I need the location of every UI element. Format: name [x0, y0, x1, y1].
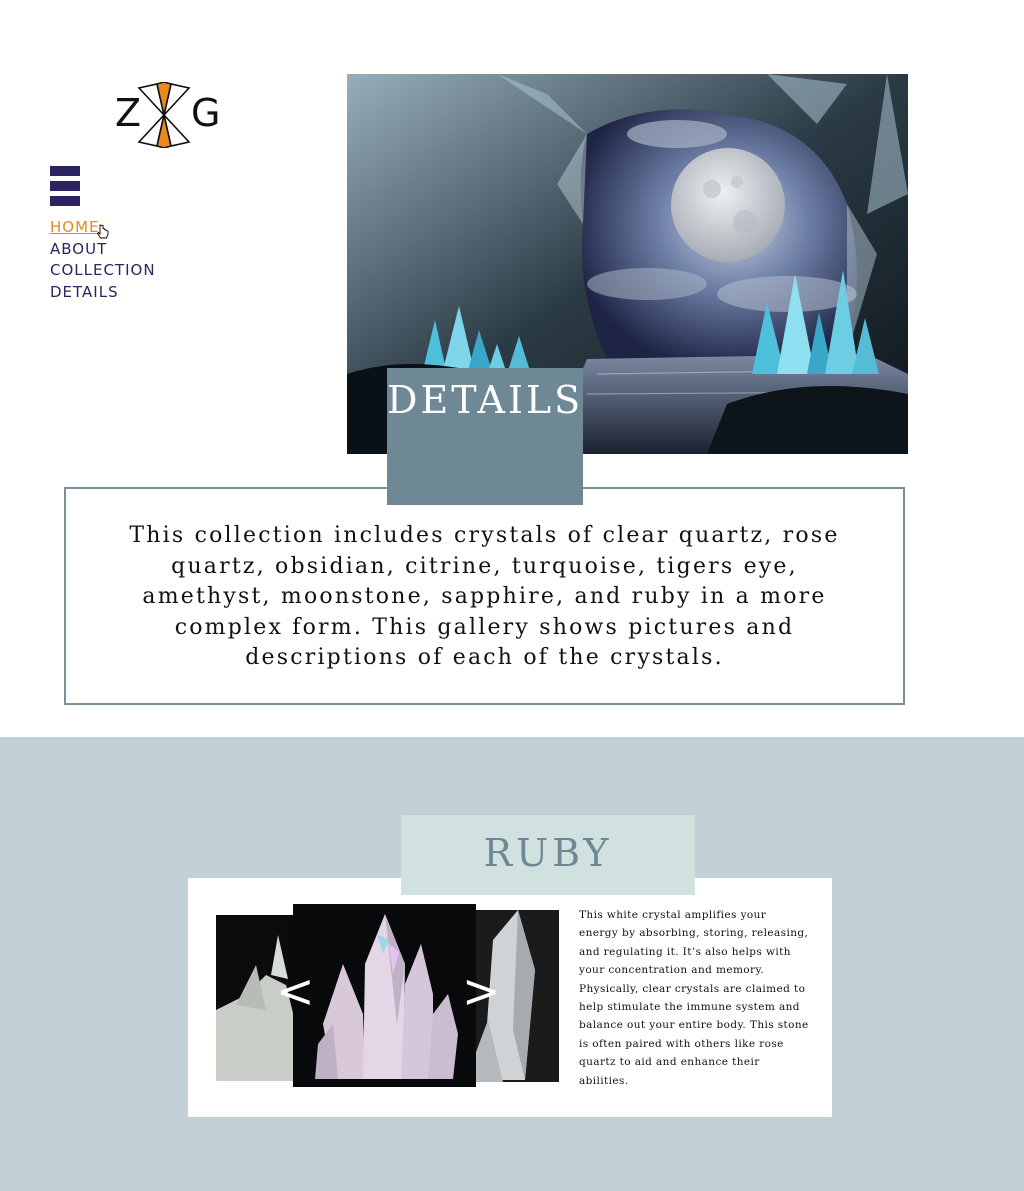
- details-heading-box: DETAILS: [387, 368, 583, 505]
- carousel-prev-button[interactable]: <: [276, 968, 315, 1014]
- hamburger-bar: [50, 181, 80, 191]
- intro-box: This collection includes crystals of cle…: [64, 487, 905, 705]
- crystal-title-box: RUBY: [401, 815, 695, 895]
- crystal-gallery-section: RUBY < > This white crystal amplifies yo…: [0, 737, 1024, 1191]
- hamburger-bar: [50, 196, 80, 206]
- logo-letter-g: G: [191, 91, 221, 135]
- pointer-cursor-icon: [97, 224, 109, 239]
- crystal-description: This white crystal amplifies your energy…: [579, 909, 809, 1087]
- crystal-title: RUBY: [483, 831, 613, 875]
- hamburger-bar: [50, 166, 80, 176]
- nav-link-collection[interactable]: COLLECTION: [50, 260, 156, 282]
- crystal-card: < > This white crystal amplifies your en…: [188, 878, 832, 1117]
- carousel-next-button[interactable]: >: [462, 968, 501, 1014]
- nav-link-details[interactable]: DETAILS: [50, 282, 156, 304]
- hamburger-menu-icon[interactable]: [50, 166, 80, 208]
- intro-text: This collection includes crystals of cle…: [129, 523, 840, 670]
- carousel-current-image: [293, 904, 476, 1087]
- logo-mark-icon: [137, 82, 191, 148]
- site-logo[interactable]: Z G: [113, 80, 225, 152]
- page-title: DETAILS: [387, 378, 584, 422]
- nav-link-about[interactable]: ABOUT: [50, 239, 156, 261]
